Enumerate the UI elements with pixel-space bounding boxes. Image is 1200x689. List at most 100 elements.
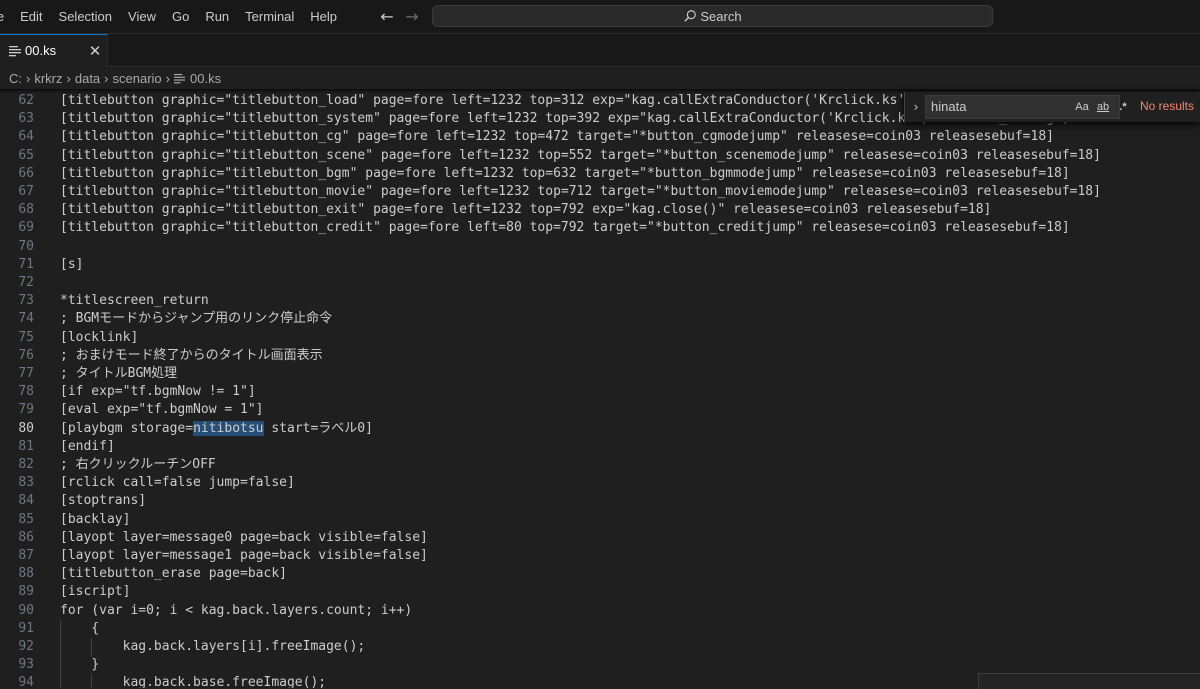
code-line[interactable]: 66 [titlebutton graphic="titlebutton_bgm"… (0, 165, 1200, 183)
code-text: ; BGMモードからジャンプ用のリンク停止命令 (60, 310, 332, 328)
breadcrumb-data[interactable]: data (75, 71, 100, 86)
code-line[interactable]: 77 ; タイトルBGM処理 (0, 365, 1200, 383)
back-arrow-icon[interactable]: ← (376, 6, 398, 28)
code-segment: ; 右クリックルーチンOFF (60, 457, 216, 472)
code-segment: [titlebutton graphic="titlebutton_bgm" p… (60, 165, 1070, 181)
code-line[interactable]: 71 [s] (0, 256, 1200, 274)
code-line[interactable]: 78 [if exp="tf.bgmNow != 1"] (0, 383, 1200, 401)
code-line[interactable]: 90 for (var i=0; i < kag.back.layers.coun… (0, 602, 1200, 620)
file-lines-icon (174, 73, 185, 83)
close-icon[interactable]: ✕ (86, 42, 104, 60)
indent-guide (60, 656, 61, 676)
code-text: [titlebutton graphic="titlebutton_scene"… (60, 147, 1101, 165)
code-line[interactable]: 74 ; BGMモードからジャンプ用のリンク停止命令 (0, 310, 1200, 328)
code-text: *titlescreen_return (60, 292, 209, 310)
code-line[interactable]: 85 [backlay] (0, 511, 1200, 529)
code-line[interactable]: 89 [iscript] (0, 583, 1200, 601)
code-segment: [locklink] (60, 329, 139, 345)
line-number: 68 (18, 202, 34, 218)
code-line[interactable]: 93 } (0, 656, 1200, 676)
indent-guide (91, 638, 93, 657)
code-text: [layopt layer=message1 page=back visible… (60, 547, 428, 565)
breadcrumb-file[interactable]: 00.ks (174, 71, 221, 86)
code-line[interactable]: 87 [layopt layer=message1 page=back visib… (0, 547, 1200, 565)
tab-00-ks[interactable]: 00.ks ✕ (0, 34, 108, 67)
breadcrumb-scenario[interactable]: scenario (113, 71, 162, 86)
indent-guide (91, 674, 93, 688)
code-text: [playbgm storage=nitibotsu start=ラベル0] (60, 420, 373, 438)
code-line[interactable]: 75 [locklink] (0, 329, 1200, 347)
code-line[interactable]: 92 kag.back.layers[i].freeImage(); (0, 638, 1200, 657)
code-line[interactable]: 76 ; おまけモード終了からのタイトル画面表示 (0, 347, 1200, 365)
line-number: 69 (18, 220, 34, 236)
code-segment: [layopt layer=message1 page=back visible… (60, 548, 428, 563)
menu-file[interactable]: le (0, 0, 12, 34)
code-text: ; おまけモード終了からのタイトル画面表示 (60, 347, 323, 365)
code-segment: [backlay] (60, 511, 131, 527)
breadcrumb-krkrz[interactable]: krkrz (34, 71, 62, 86)
code-editor[interactable]: 62 [titlebutton graphic="titlebutton_load… (0, 89, 1200, 688)
code-line[interactable]: 84 [stoptrans] (0, 492, 1200, 510)
code-segment: [titlebutton graphic="titlebutton_scene"… (60, 147, 1101, 163)
code-text: for (var i=0; i < kag.back.layers.count;… (60, 602, 412, 620)
code-line[interactable]: 80 [playbgm storage=nitibotsu start=ラベル0] (0, 420, 1200, 438)
code-text: { (60, 620, 99, 638)
match-case-icon[interactable]: Aa (1074, 98, 1090, 116)
code-line[interactable]: 65 [titlebutton graphic="titlebutton_scen… (0, 147, 1200, 165)
selection-highlight: nitibotsu (193, 420, 264, 436)
code-segment: { (60, 620, 100, 636)
title-bar: le Edit Selection View Go Run Terminal H… (0, 0, 1200, 34)
line-number: 64 (18, 129, 34, 145)
command-center-search[interactable]: Search (432, 5, 993, 27)
code-line[interactable]: 86 [layopt layer=message0 page=back visib… (0, 529, 1200, 547)
line-number: 82 (18, 457, 34, 472)
menu-help[interactable]: Help (302, 0, 345, 34)
code-text: [iscript] (60, 583, 130, 601)
code-line[interactable]: 88 [titlebutton_erase page=back] (0, 565, 1200, 583)
find-query: hinata (931, 99, 967, 114)
indent-guide (60, 619, 61, 639)
breadcrumb-drive[interactable]: C: (9, 71, 22, 86)
code-line[interactable]: 81 [endif] (0, 438, 1200, 456)
menu-selection[interactable]: Selection (51, 0, 120, 34)
code-line[interactable]: 79 [eval exp="tf.bgmNow = 1"] (0, 401, 1200, 419)
menu-edit[interactable]: Edit (12, 0, 50, 34)
code-segment: } (60, 657, 100, 673)
code-segment: [rclick call=false jump=false] (60, 475, 295, 491)
line-number: 72 (18, 275, 34, 290)
code-line[interactable]: 64 [titlebutton graphic="titlebutton_cg" … (0, 128, 1200, 146)
code-line[interactable]: 83 [rclick call=false jump=false] (0, 474, 1200, 492)
line-number: 71 (18, 256, 34, 272)
find-input[interactable]: hinata Aa ab .* (925, 95, 1127, 119)
code-line[interactable]: 70 (0, 238, 1200, 256)
code-line[interactable]: 91 { (0, 619, 1200, 639)
code-line[interactable]: 69 [titlebutton graphic="titlebutton_cred… (0, 219, 1200, 237)
breadcrumb: C: › krkrz › data › scenario › 00.ks (0, 67, 1200, 89)
code-line[interactable]: 68 [titlebutton graphic="titlebutton_exit… (0, 201, 1200, 219)
tab-bar: 00.ks ✕ (0, 34, 1200, 67)
line-number: 70 (18, 238, 34, 254)
code-line[interactable]: 73 *titlescreen_return (0, 292, 1200, 310)
toggle-replace-icon[interactable]: › (908, 98, 924, 116)
indent-guide (60, 674, 61, 688)
line-number: 87 (18, 548, 34, 563)
forward-arrow-icon[interactable]: → (401, 6, 423, 28)
menu-run[interactable]: Run (197, 0, 237, 34)
menu-view[interactable]: View (120, 0, 164, 34)
regex-icon[interactable]: .* (1116, 98, 1130, 116)
code-text: [if exp="tf.bgmNow != 1"] (60, 383, 256, 401)
code-line[interactable]: 72 (0, 274, 1200, 292)
code-line[interactable]: 82 ; 右クリックルーチンOFF (0, 456, 1200, 474)
code-segment: [endif] (60, 438, 115, 454)
line-number: 77 (18, 366, 34, 381)
code-segment: [playbgm storage= (60, 420, 194, 436)
menu-terminal[interactable]: Terminal (237, 0, 302, 34)
whole-word-icon[interactable]: ab (1094, 98, 1112, 116)
code-segment: start=ラベル0] (263, 420, 373, 436)
line-number: 93 (18, 657, 34, 673)
code-line[interactable]: 67 [titlebutton graphic="titlebutton_movi… (0, 183, 1200, 201)
menu-go[interactable]: Go (164, 0, 197, 34)
code-text: [backlay] (60, 511, 130, 529)
line-number: 62 (18, 93, 34, 108)
line-number: 63 (18, 111, 34, 127)
